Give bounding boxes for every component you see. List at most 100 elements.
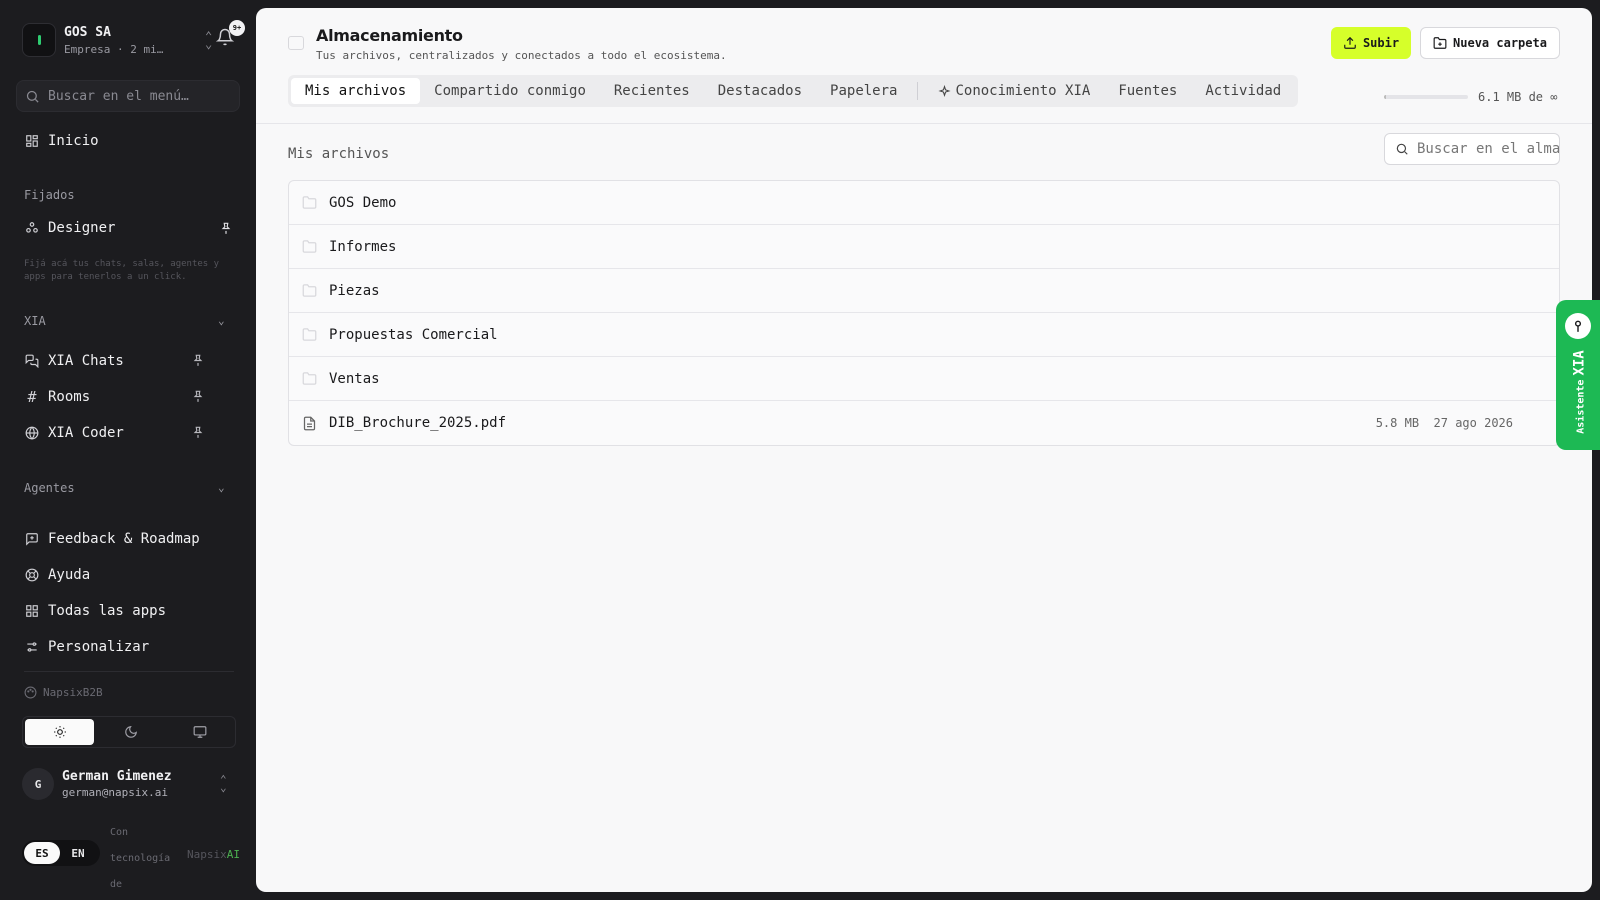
tab-xia-knowledge[interactable]: Conocimiento XIA — [924, 78, 1104, 104]
upload-button[interactable]: Subir — [1331, 27, 1411, 59]
org-subtitle: Empresa · 2 mi… — [64, 42, 164, 56]
assistant-label: Asistente XIA — [1569, 350, 1588, 433]
theme-switcher — [22, 716, 236, 748]
nav-designer[interactable]: Designer — [24, 218, 115, 238]
storage-usage: 6.1 MB de ∞ — [1384, 90, 1557, 104]
theme-dark-button[interactable] — [96, 717, 165, 747]
sidebar-toggle-icon[interactable] — [288, 36, 304, 50]
item-name: DIB_Brochure_2025.pdf — [329, 415, 507, 431]
theme-light-button[interactable] — [25, 719, 95, 745]
language-switcher: ES EN — [22, 840, 100, 866]
sun-icon — [53, 726, 66, 738]
nav-personalize-label: Personalizar — [48, 639, 150, 655]
list-item[interactable]: DIB_Brochure_2025.pdf 5.8 MB 27 ago 2026 — [289, 401, 1559, 445]
user-menu[interactable]: G German Gimenez german@napsix.ai ⌃ ⌄ — [22, 766, 236, 802]
item-name: Propuestas Comercial — [329, 326, 498, 343]
nav-feedback[interactable]: Feedback & Roadmap — [24, 529, 200, 549]
user-name: German Gimenez — [62, 769, 172, 784]
list-item[interactable]: Piezas — [289, 269, 1559, 313]
nav-home[interactable]: Inicio — [24, 131, 99, 151]
upload-icon — [1344, 36, 1356, 49]
nav-all-apps-label: Todas las apps — [48, 603, 167, 619]
assistant-label-small: Asistente — [1575, 379, 1587, 434]
tab-activity[interactable]: Actividad — [1191, 78, 1295, 104]
moon-icon — [125, 726, 137, 738]
pin-icon[interactable] — [191, 389, 205, 403]
theme-system-button[interactable] — [166, 717, 235, 747]
avatar: G — [22, 768, 54, 800]
nav-help[interactable]: Ayuda — [24, 565, 90, 585]
chevron-down-icon[interactable]: ⌄ — [218, 314, 225, 327]
folder-icon — [301, 283, 317, 299]
lifebuoy-icon — [24, 567, 40, 583]
breadcrumb: Mis archivos — [288, 146, 390, 162]
napsix-logo[interactable]: NapsixAI — [187, 848, 240, 861]
folder-icon — [301, 371, 317, 387]
lang-en-button[interactable]: EN — [60, 842, 96, 864]
list-item[interactable]: Propuestas Comercial — [289, 313, 1559, 357]
sparkle-icon — [938, 84, 952, 97]
list-item[interactable]: Informes — [289, 225, 1559, 269]
location-pin-icon — [1565, 313, 1591, 339]
storage-search-input[interactable]: Buscar en el almacenamiento — [1384, 133, 1560, 165]
apps-grid-icon — [24, 603, 40, 619]
item-name: Ventas — [329, 370, 380, 387]
nav-feedback-label: Feedback & Roadmap — [48, 531, 200, 547]
nav-all-apps[interactable]: Todas las apps — [24, 601, 166, 621]
sidebar-divider — [24, 671, 234, 672]
folder-icon — [301, 195, 317, 211]
tab-recent[interactable]: Recientes — [600, 78, 704, 104]
unpin-icon[interactable] — [219, 221, 233, 235]
nav-home-label: Inicio — [48, 133, 99, 149]
tab-separator — [917, 82, 919, 100]
item-name: Informes — [329, 238, 397, 255]
list-item[interactable]: GOS Demo — [289, 181, 1559, 225]
list-item[interactable]: Ventas — [289, 357, 1559, 401]
assistant-label-big: XIA — [1571, 350, 1588, 376]
tab-shared[interactable]: Compartido conmigo — [420, 78, 600, 104]
new-folder-button[interactable]: Nueva carpeta — [1420, 27, 1560, 59]
tab-sources[interactable]: Fuentes — [1104, 78, 1191, 104]
chevron-up-down-icon: ⌃ ⌄ — [220, 773, 227, 794]
nav-xia-coder[interactable]: XIA Coder — [24, 423, 124, 443]
grid-icon — [24, 133, 40, 149]
tab-my-files[interactable]: Mis archivos — [291, 78, 421, 104]
workspace-brand-label: NapsixB2B — [43, 686, 103, 699]
item-name: GOS Demo — [329, 194, 397, 211]
lang-es-button[interactable]: ES — [24, 842, 60, 864]
tab-xia-knowledge-label: Conocimiento XIA — [955, 83, 1091, 99]
file-text-icon — [301, 415, 317, 431]
org-switcher[interactable]: GOS SA Empresa · 2 mi… ⌃ ⌄ — [22, 22, 234, 58]
upload-label: Subir — [1362, 36, 1400, 50]
menu-search-input[interactable]: Buscar en el menú… — [16, 80, 240, 112]
page-header: Almacenamiento Tus archivos, centralizad… — [256, 8, 1592, 124]
storage-usage-text: 6.1 MB de ∞ — [1478, 90, 1558, 104]
pin-icon[interactable] — [191, 425, 205, 439]
item-name: Piezas — [329, 282, 380, 299]
item-meta: 5.8 MB 27 ago 2026 — [1376, 416, 1513, 430]
nav-rooms[interactable]: # Rooms — [24, 387, 90, 407]
pinned-section-label: Fijados — [24, 188, 75, 202]
pin-icon[interactable] — [191, 353, 205, 367]
monitor-icon — [193, 726, 207, 738]
folder-icon — [301, 239, 317, 255]
folder-icon — [301, 327, 317, 343]
nav-personalize[interactable]: Personalizar — [24, 637, 149, 657]
tab-starred[interactable]: Destacados — [704, 78, 816, 104]
page-title: Almacenamiento — [316, 26, 463, 45]
user-email: german@napsix.ai — [62, 786, 168, 799]
storage-panel: Almacenamiento Tus archivos, centralizad… — [256, 8, 1592, 892]
file-list: GOS Demo Informes Piezas Propuestas Come… — [288, 180, 1560, 446]
palette-icon — [24, 686, 37, 699]
assistant-xia-tab[interactable]: Asistente XIA — [1556, 300, 1600, 450]
storage-progress-bar — [1384, 95, 1468, 99]
nav-designer-label: Designer — [48, 220, 116, 236]
chat-icon — [24, 353, 40, 369]
item-size: 5.8 MB — [1375, 416, 1420, 430]
nav-xia-chats[interactable]: XIA Chats — [24, 351, 124, 371]
powered-by-text: Con tecnología de — [110, 827, 171, 890]
storage-tabs: Mis archivos Compartido conmigo Reciente… — [288, 75, 1299, 107]
nav-xia-chats-label: XIA Chats — [48, 353, 124, 369]
tab-trash[interactable]: Papelera — [816, 78, 911, 104]
chevron-down-icon[interactable]: ⌄ — [218, 481, 225, 494]
